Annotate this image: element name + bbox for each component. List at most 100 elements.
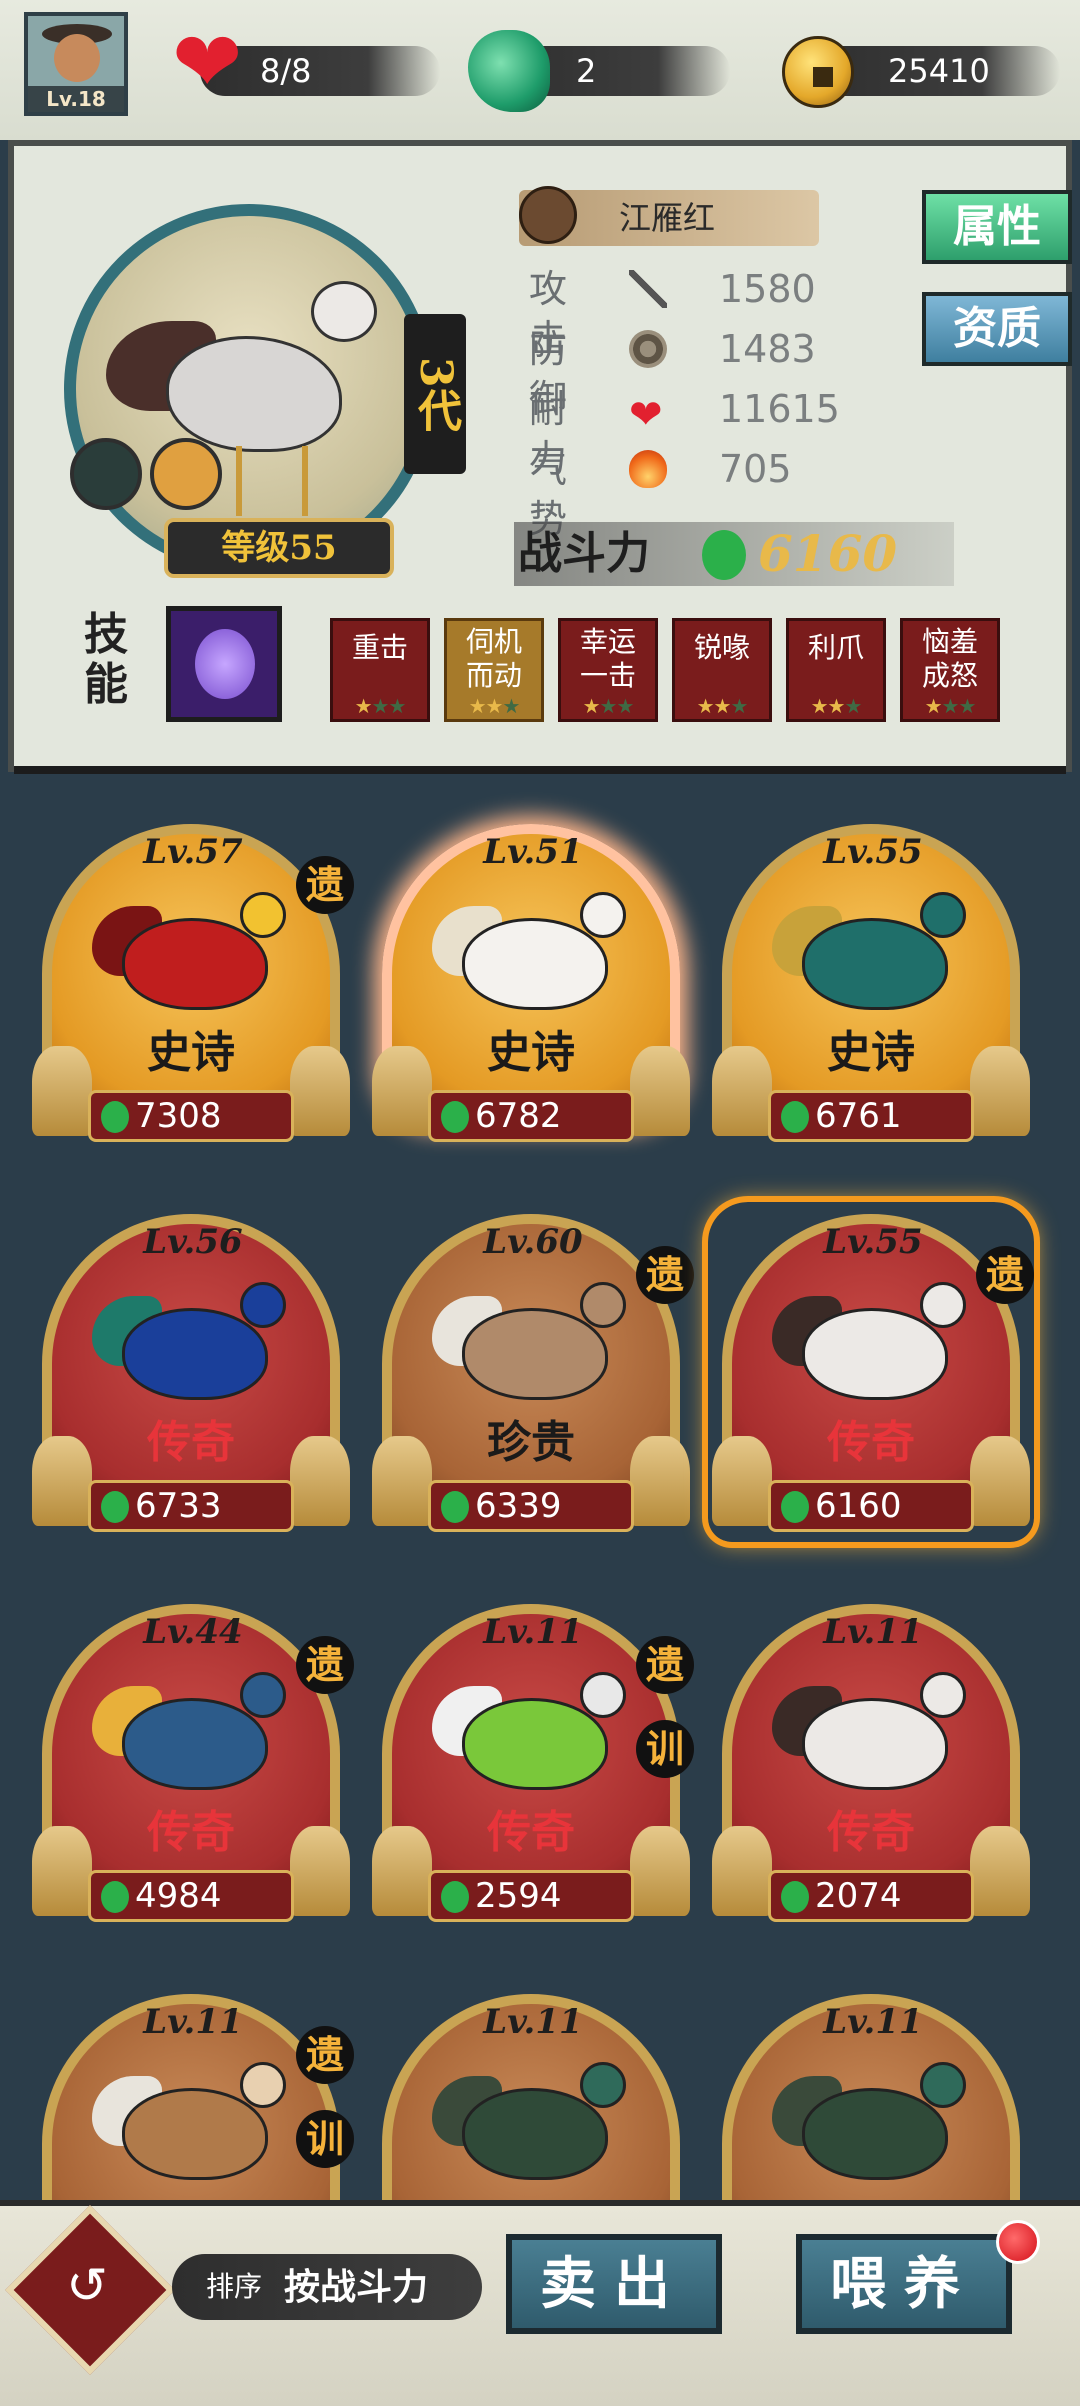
inherit-tag: 遗 bbox=[296, 856, 354, 914]
card-level: Lv.44 bbox=[143, 1612, 243, 1652]
face-icon bbox=[54, 34, 100, 82]
rooster-icon bbox=[772, 1282, 966, 1412]
name-plate: 江雁红 bbox=[519, 186, 819, 246]
star-filled-icon: ★ bbox=[713, 694, 732, 718]
sort-selector[interactable]: 排序 按战斗力 bbox=[172, 2254, 482, 2320]
star-filled-icon: ★ bbox=[827, 694, 846, 718]
power-plate: 2594 bbox=[428, 1870, 634, 1922]
jade-dragon-icon bbox=[468, 30, 550, 112]
star-filled-icon: ★ bbox=[468, 694, 487, 718]
combat-power: 战斗力 6160 bbox=[514, 522, 954, 586]
star-filled-icon: ★ bbox=[696, 694, 715, 718]
rooster-icon bbox=[432, 1672, 626, 1802]
rarity-label: 传奇 bbox=[827, 1417, 915, 1468]
star-empty-icon: ★ bbox=[941, 694, 960, 718]
sort-value: 按战斗力 bbox=[284, 2266, 429, 2308]
tab-attributes[interactable]: 属性 bbox=[922, 190, 1072, 264]
coin-icon bbox=[782, 36, 854, 108]
jade-icon bbox=[702, 530, 746, 580]
inherit-tag: 遗 bbox=[976, 1246, 1034, 1304]
skill-tile[interactable]: 重击 ★★★ bbox=[330, 618, 430, 722]
back-button[interactable]: ↺ bbox=[5, 2205, 175, 2375]
rooster-icon bbox=[92, 2062, 286, 2192]
body-shape bbox=[122, 918, 268, 1010]
rarity-label: 传奇 bbox=[147, 1807, 235, 1858]
skill-name: 锐喙 bbox=[693, 631, 750, 664]
skill-portrait[interactable] bbox=[166, 606, 282, 722]
rooster-icon bbox=[772, 892, 966, 1022]
star-rating: ★★★ bbox=[675, 695, 769, 717]
chicken-card[interactable]: Lv.57 史诗 7308 遗 bbox=[28, 812, 354, 1152]
chicken-card[interactable]: Lv.44 传奇 4984 遗 bbox=[28, 1592, 354, 1932]
skill-tile[interactable]: 锐喙 ★★★ bbox=[672, 618, 772, 722]
star-rating: ★★★ bbox=[789, 695, 883, 717]
generation-badge: 3代 bbox=[404, 314, 466, 474]
head-shape bbox=[580, 1672, 626, 1718]
head-shape bbox=[920, 2062, 966, 2108]
card-level: Lv.57 bbox=[143, 832, 243, 872]
chicken-card[interactable]: Lv.11 传奇 2594 遗训 bbox=[368, 1592, 694, 1932]
chicken-card[interactable]: Lv.51 史诗 6782 bbox=[368, 812, 694, 1152]
body-shape bbox=[462, 918, 608, 1010]
card-power: 6339 bbox=[475, 1486, 562, 1526]
power-value: 6160 bbox=[758, 524, 898, 583]
trained-tag: 训 bbox=[636, 1720, 694, 1778]
player-avatar[interactable]: Lv.18 bbox=[24, 12, 128, 116]
rooster-icon bbox=[92, 1282, 286, 1412]
tools-icon[interactable] bbox=[70, 438, 142, 510]
power-plate: 6733 bbox=[88, 1480, 294, 1532]
head-shape bbox=[240, 2062, 286, 2108]
jade-icon bbox=[441, 1101, 469, 1133]
rooster-icon bbox=[432, 1282, 626, 1412]
chicken-card[interactable]: Lv.55 传奇 6160 遗 bbox=[708, 1202, 1034, 1542]
back-arrow-icon: ↺ bbox=[66, 2256, 109, 2315]
star-filled-icon: ★ bbox=[485, 694, 504, 718]
jade-icon bbox=[781, 1881, 809, 1913]
power-plate: 6160 bbox=[768, 1480, 974, 1532]
head-shape bbox=[920, 1672, 966, 1718]
chicken-card[interactable]: Lv.56 传奇 6733 bbox=[28, 1202, 354, 1542]
feed-button[interactable]: 喂养 bbox=[796, 2234, 1012, 2334]
rarity-label: 史诗 bbox=[487, 1027, 575, 1078]
rarity-label: 传奇 bbox=[827, 1807, 915, 1858]
rooster-icon bbox=[92, 1672, 286, 1802]
skill-tile[interactable]: 幸运一击 ★★★ bbox=[558, 618, 658, 722]
rooster-icon bbox=[772, 2062, 966, 2192]
chicken-card[interactable]: Lv.60 珍贵 6339 遗 bbox=[368, 1202, 694, 1542]
star-filled-icon: ★ bbox=[924, 694, 943, 718]
level-plate: 等级55 bbox=[164, 518, 394, 578]
rooster-icon bbox=[772, 1672, 966, 1802]
skill-tile[interactable]: 伺机而动 ★★★ bbox=[444, 618, 544, 722]
rooster-icon bbox=[432, 892, 626, 1022]
sell-button[interactable]: 卖出 bbox=[506, 2234, 722, 2334]
body-shape bbox=[462, 2088, 608, 2180]
power-plate: 4984 bbox=[88, 1870, 294, 1922]
fire-icon bbox=[629, 450, 667, 488]
star-empty-icon: ★ bbox=[599, 694, 618, 718]
skill-tile[interactable]: 恼羞成怒 ★★★ bbox=[900, 618, 1000, 722]
chicken-card[interactable]: Lv.11 传奇 2074 bbox=[708, 1592, 1034, 1932]
tab-aptitude[interactable]: 资质 bbox=[922, 292, 1072, 366]
rooster-icon[interactable] bbox=[150, 438, 222, 510]
stat-value: 1580 bbox=[719, 267, 816, 311]
head-shape bbox=[920, 1282, 966, 1328]
jade-icon bbox=[781, 1101, 809, 1133]
card-level: Lv.55 bbox=[823, 832, 923, 872]
chicken-card[interactable]: Lv.55 史诗 6761 bbox=[708, 812, 1034, 1152]
body-shape bbox=[122, 1308, 268, 1400]
body-shape bbox=[462, 1698, 608, 1790]
power-plate: 6782 bbox=[428, 1090, 634, 1142]
stamina-value: 8/8 bbox=[260, 52, 312, 90]
power-plate: 6761 bbox=[768, 1090, 974, 1142]
head-shape bbox=[920, 892, 966, 938]
skill-tile[interactable]: 利爪 ★★★ bbox=[786, 618, 886, 722]
player-level: Lv.18 bbox=[28, 86, 124, 112]
rooster-icon bbox=[432, 2062, 626, 2192]
sword-icon bbox=[629, 270, 667, 308]
inherit-tag: 遗 bbox=[636, 1636, 694, 1694]
body-shape bbox=[802, 1308, 948, 1400]
jade-icon bbox=[441, 1881, 469, 1913]
star-empty-icon: ★ bbox=[502, 694, 520, 718]
notification-dot bbox=[996, 2220, 1040, 2264]
skills-label: 技能 bbox=[84, 609, 128, 710]
